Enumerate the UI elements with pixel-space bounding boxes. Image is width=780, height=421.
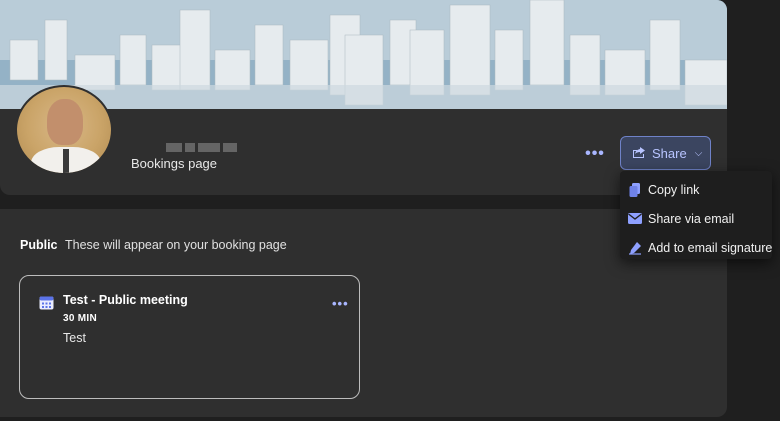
copy-icon bbox=[628, 182, 642, 197]
menu-item-copy-link[interactable]: Copy link bbox=[620, 175, 772, 204]
share-button-label: Share bbox=[652, 145, 687, 161]
redacted-name bbox=[166, 143, 238, 152]
page-subtitle: Bookings page bbox=[131, 156, 218, 171]
meeting-title: Test - Public meeting bbox=[63, 293, 188, 307]
meeting-card[interactable]: Test - Public meeting 30 MIN Test ••• bbox=[19, 275, 360, 399]
meeting-types-section: Public These will appear on your booking… bbox=[0, 209, 727, 417]
section-description: These will appear on your booking page bbox=[65, 238, 287, 252]
section-label: Public bbox=[20, 238, 58, 252]
profile-header-card: Bookings page ••• Share ⌵ bbox=[0, 0, 727, 195]
menu-item-share-via-email[interactable]: Share via email bbox=[620, 204, 772, 233]
share-icon bbox=[632, 146, 646, 161]
signature-icon bbox=[628, 241, 642, 255]
avatar bbox=[15, 85, 113, 175]
calendar-icon bbox=[39, 295, 54, 315]
chevron-down-icon: ⌵ bbox=[694, 147, 703, 159]
meeting-more-options-button[interactable]: ••• bbox=[332, 296, 349, 311]
share-button[interactable]: Share ⌵ bbox=[620, 136, 711, 170]
cover-banner-image bbox=[0, 0, 727, 109]
city-skyline-illustration bbox=[0, 0, 727, 109]
share-dropdown-menu: Copy link Share via email Add to email s… bbox=[620, 171, 772, 259]
meeting-description: Test bbox=[63, 331, 86, 345]
more-options-button[interactable]: ••• bbox=[580, 139, 610, 169]
meeting-duration: 30 MIN bbox=[63, 313, 98, 324]
mail-icon bbox=[628, 212, 642, 226]
menu-item-add-to-email-signature[interactable]: Add to email signature bbox=[620, 233, 772, 262]
